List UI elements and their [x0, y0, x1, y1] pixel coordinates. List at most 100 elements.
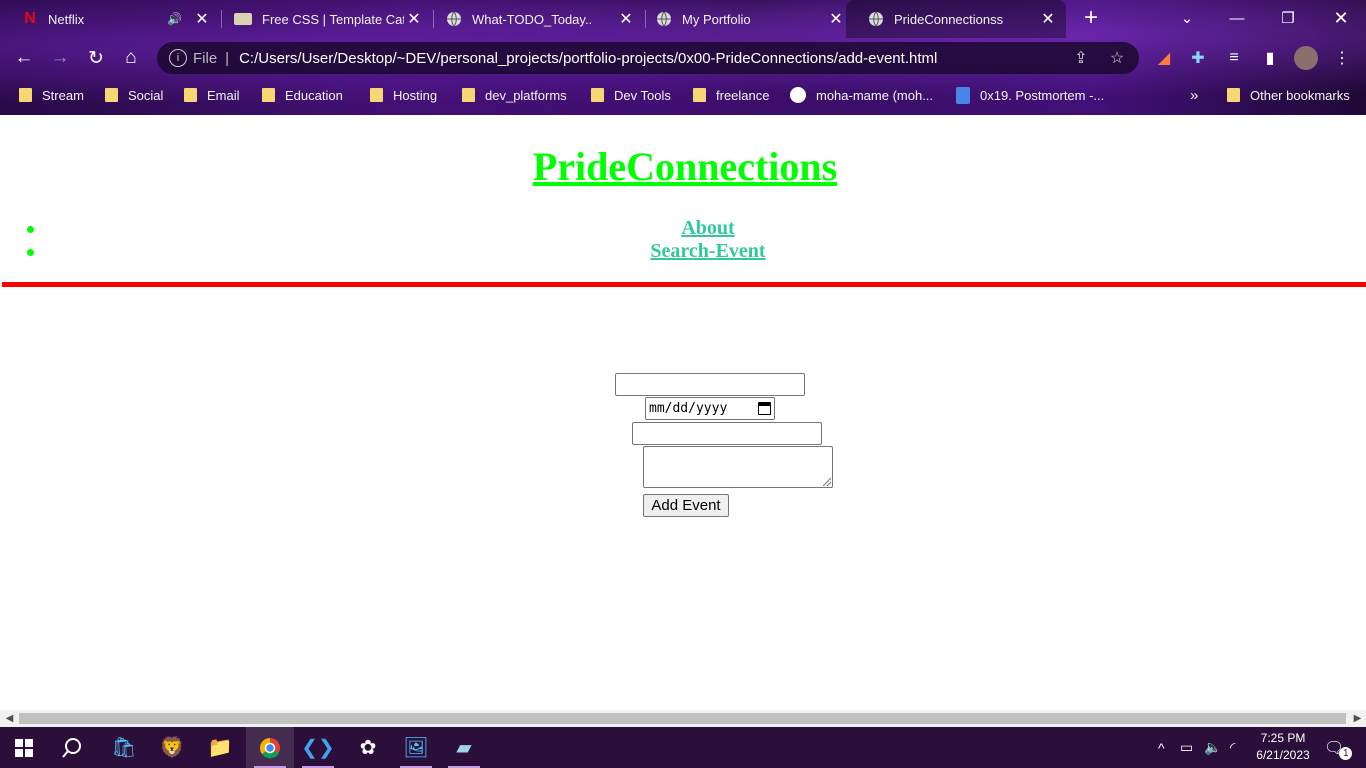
url-text[interactable]: C:/Users/User/Desktop/~DEV/personal_proj…: [239, 50, 1067, 67]
photos-icon[interactable]: 🖼: [392, 727, 440, 768]
tab-title: What-TODO_Today..: [472, 11, 593, 27]
battery-icon[interactable]: ▭: [1180, 727, 1193, 768]
bookmark-freelance[interactable]: freelance: [693, 85, 769, 105]
search-icon[interactable]: [48, 727, 96, 768]
bookmark-dev-platforms[interactable]: dev_platforms: [462, 85, 567, 105]
bookmark-github[interactable]: moha-mame (moh...: [790, 85, 933, 105]
close-icon[interactable]: ✕: [1038, 9, 1058, 29]
close-icon[interactable]: ✕: [404, 9, 424, 29]
notification-count-badge: 1: [1339, 747, 1353, 760]
bookmark-label: Hosting: [393, 87, 438, 103]
new-tab-button[interactable]: +: [1078, 6, 1104, 32]
close-icon[interactable]: ✕: [192, 9, 212, 29]
event-name-input[interactable]: [615, 373, 805, 396]
nav-item-about: About: [27, 217, 1366, 240]
more-menu-icon[interactable]: ⋮: [1330, 46, 1354, 70]
address-bar[interactable]: i File | C:/Users/User/Desktop/~DEV/pers…: [157, 42, 1139, 74]
github-icon: [790, 87, 806, 103]
nav-link-search-event[interactable]: Search-Event: [650, 240, 765, 262]
tab-search-button[interactable]: ⌄: [1164, 0, 1210, 36]
star-icon[interactable]: ☆: [1103, 48, 1131, 68]
bookmark-label: Dev Tools: [614, 87, 671, 103]
scheme-label: File: [193, 49, 218, 67]
close-icon[interactable]: ✕: [826, 9, 846, 29]
scroll-left-icon[interactable]: ◀: [1, 710, 18, 727]
file-explorer-icon[interactable]: 📁: [196, 727, 244, 768]
tab-prideconnections[interactable]: PrideConnectionss ✕: [846, 0, 1066, 38]
show-hidden-icons-icon[interactable]: ^: [1158, 727, 1165, 768]
folder-icon: [184, 88, 197, 102]
volume-icon[interactable]: 🔈: [1204, 727, 1221, 768]
netflix-icon: N: [24, 10, 36, 27]
tab-title: PrideConnectionss: [894, 11, 1004, 27]
store-icon[interactable]: 🛍: [100, 727, 148, 768]
share-icon[interactable]: ⇪: [1067, 48, 1095, 68]
chatgpt-icon[interactable]: ✿: [344, 727, 392, 768]
chrome-icon[interactable]: [246, 727, 294, 768]
bookmark-label: Social: [128, 87, 164, 103]
forward-button[interactable]: →: [46, 44, 74, 72]
bookmark-hosting[interactable]: Hosting: [370, 85, 437, 105]
folder-icon: [370, 88, 383, 102]
close-icon[interactable]: ✕: [616, 9, 636, 29]
event-date-input[interactable]: mm/dd/yyyy: [645, 397, 775, 420]
back-button[interactable]: ←: [10, 44, 38, 72]
tab-my-portfolio[interactable]: My Portfolio ✕: [634, 0, 854, 38]
taskbar-clock[interactable]: 7:25 PM 6/21/2023: [1246, 730, 1320, 764]
resize-grip-icon[interactable]: [823, 478, 831, 486]
close-window-button[interactable]: ✕: [1318, 0, 1364, 36]
bullet-icon: [27, 226, 34, 233]
notifications-icon[interactable]: 🗨 1: [1324, 727, 1353, 768]
globe-icon: [868, 11, 884, 27]
bookmark-postmortem[interactable]: 0x19. Postmortem -...: [956, 85, 1104, 105]
nav-link-about[interactable]: About: [681, 217, 734, 239]
clock-time: 7:25 PM: [1260, 731, 1306, 745]
bookmark-label: Email: [207, 87, 240, 103]
speaker-icon[interactable]: 🔊: [167, 12, 182, 26]
scroll-right-icon[interactable]: ▶: [1349, 710, 1366, 727]
minimize-button[interactable]: —: [1214, 0, 1260, 36]
tab-what-todo[interactable]: What-TODO_Today.. ✕: [424, 0, 644, 38]
folder-icon: [462, 88, 475, 102]
puzzle-extensions-icon[interactable]: ✚: [1186, 46, 1210, 70]
tab-title: My Portfolio: [682, 11, 751, 27]
home-button[interactable]: ⌂: [117, 44, 145, 72]
scrollbar-thumb[interactable]: [19, 713, 1346, 724]
tab-netflix[interactable]: N Netflix 🔊 ✕: [0, 0, 220, 38]
divider: |: [225, 49, 230, 67]
tab-free-css[interactable]: Free CSS | Template Cat ✕: [212, 0, 432, 38]
bookmark-education[interactable]: Education: [262, 85, 343, 105]
bookmarks-bar: Stream Social Email Education Hosting de…: [0, 78, 1366, 112]
event-description-textarea[interactable]: [643, 446, 833, 488]
tab-title: Netflix: [48, 11, 85, 27]
browser-toolbar: ← → ↻ ⌂ i File | C:/Users/User/Desktop/~…: [0, 38, 1366, 78]
info-icon[interactable]: i: [169, 49, 187, 67]
windows-start-icon[interactable]: [0, 727, 48, 768]
wifi-icon[interactable]: ◜: [1230, 727, 1235, 768]
folder-icon: [591, 88, 604, 102]
horizontal-scrollbar[interactable]: ◀ ▶: [0, 710, 1366, 727]
date-format-text: mm/dd/yyyy: [649, 401, 728, 416]
bookmark-social[interactable]: Social: [105, 85, 163, 105]
notes-app-icon[interactable]: ▰: [440, 727, 488, 768]
browser-chrome: N Netflix 🔊 ✕ Free CSS | Template Cat ✕ …: [0, 0, 1366, 115]
profile-avatar[interactable]: [1294, 46, 1318, 70]
side-panel-icon[interactable]: ▮: [1258, 46, 1282, 70]
add-event-button[interactable]: Add Event: [643, 494, 729, 517]
reload-button[interactable]: ↻: [82, 44, 110, 72]
bookmark-label: Other bookmarks: [1250, 87, 1350, 103]
bookmark-email[interactable]: Email: [184, 85, 240, 105]
bookmarks-overflow-button[interactable]: »: [1190, 85, 1198, 105]
vscode-icon[interactable]: ❮❯: [294, 727, 342, 768]
site-title[interactable]: PrideConnections: [0, 143, 1366, 190]
calendar-icon[interactable]: [758, 402, 771, 415]
restore-button[interactable]: ❐: [1265, 0, 1311, 36]
event-location-input[interactable]: [632, 422, 822, 445]
brave-extension-icon[interactable]: ◢: [1152, 46, 1176, 70]
bookmark-stream[interactable]: Stream: [19, 85, 84, 105]
brave-browser-icon[interactable]: 🦁: [148, 727, 196, 768]
folder-icon: [262, 88, 275, 102]
bookmark-other[interactable]: Other bookmarks: [1227, 85, 1350, 105]
bookmark-dev-tools[interactable]: Dev Tools: [591, 85, 671, 105]
media-control-icon[interactable]: ≡: [1222, 46, 1246, 70]
